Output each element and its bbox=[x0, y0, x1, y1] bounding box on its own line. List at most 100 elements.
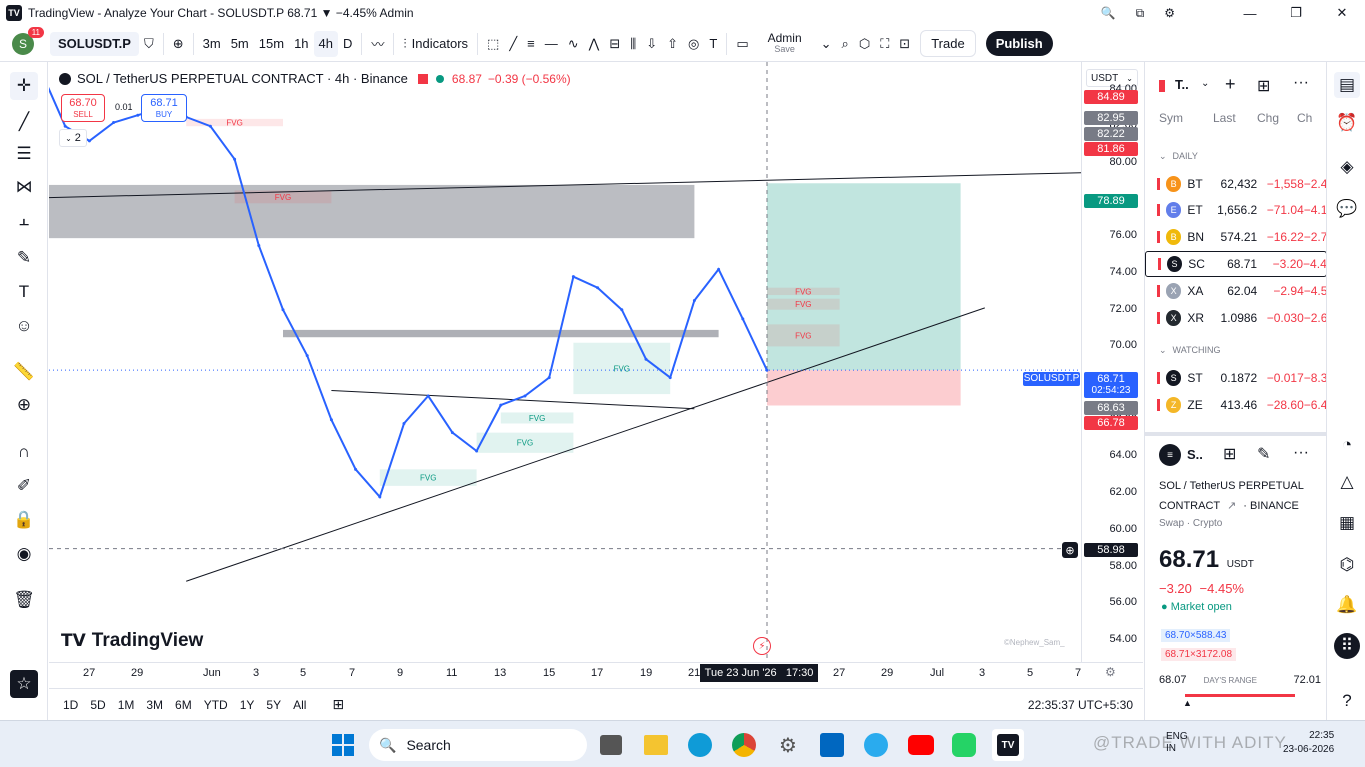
price-chart-svg[interactable]: FVG FVG FVG FVG FVG FVG FVG FVG FVG bbox=[49, 62, 1081, 662]
whatsapp-icon[interactable] bbox=[952, 733, 976, 757]
trash-icon[interactable]: 🗑 bbox=[10, 586, 38, 614]
more-options-icon[interactable]: ··· bbox=[1293, 444, 1309, 462]
interval-dropdown[interactable]: D bbox=[338, 26, 357, 62]
edit-note-icon[interactable]: ✎ bbox=[1257, 444, 1270, 464]
calendar-icon[interactable]: ▦ bbox=[1334, 510, 1360, 536]
favorite-icon[interactable]: ⛉ bbox=[139, 26, 159, 62]
magnet-icon[interactable]: ∩ bbox=[10, 438, 38, 466]
more-options-icon[interactable]: ··· bbox=[1293, 74, 1309, 92]
external-link-icon[interactable]: ↗ bbox=[1227, 500, 1236, 512]
brush-icon[interactable]: ✎ bbox=[10, 244, 38, 272]
range-button-all[interactable]: All bbox=[287, 698, 312, 712]
screener-icon[interactable]: ◔ bbox=[1334, 432, 1360, 458]
prediction-tool-icon[interactable]: ⫠ bbox=[10, 206, 38, 234]
pine-editor-icon[interactable]: ⌬ bbox=[1334, 552, 1360, 578]
trendline-tool-icon[interactable]: ╱ bbox=[504, 26, 522, 62]
pattern-tool-icon[interactable]: ⋈ bbox=[10, 173, 38, 201]
watchlist-row[interactable]: X XR 1.0986 −0.030 −2.6 bbox=[1145, 305, 1327, 331]
zoom-icon[interactable]: 🔍 bbox=[1101, 6, 1116, 20]
col-change[interactable]: Chg bbox=[1257, 111, 1279, 125]
edge-browser-icon[interactable] bbox=[688, 733, 712, 757]
add-symbol-icon[interactable]: + bbox=[1225, 74, 1236, 95]
horizontal-line-tool-icon[interactable]: — bbox=[540, 26, 563, 62]
interval-5m[interactable]: 5m bbox=[226, 26, 254, 62]
date-range-picker-icon[interactable]: ⊞ bbox=[332, 696, 344, 713]
arrow-up-tool-icon[interactable]: ⇧ bbox=[662, 26, 683, 62]
telegram-icon[interactable] bbox=[864, 733, 888, 757]
details-exchange[interactable]: · BINANCE bbox=[1243, 500, 1299, 512]
section-daily[interactable]: ⌄ DAILY bbox=[1159, 151, 1198, 162]
task-view-icon[interactable] bbox=[600, 735, 622, 755]
minimize-button[interactable]: — bbox=[1227, 0, 1273, 26]
watchlist-row[interactable]: B BN 574.21 −16.22 −2.7 bbox=[1145, 224, 1327, 250]
tradingview-taskbar-icon[interactable]: TV bbox=[992, 729, 1024, 761]
zoom-in-icon[interactable]: ⊕ bbox=[10, 391, 38, 419]
language-indicator[interactable]: ENG IN bbox=[1166, 731, 1188, 755]
watchlist-row[interactable]: E ET 1,656.2 −71.04 −4.1 bbox=[1145, 197, 1327, 223]
trade-button[interactable]: Trade bbox=[920, 30, 976, 57]
eye-icon[interactable]: ◉ bbox=[10, 540, 38, 568]
interval-4h-selected[interactable]: 4h bbox=[313, 30, 338, 57]
alert-icon[interactable]: ⬡ bbox=[854, 26, 875, 62]
youtube-icon[interactable] bbox=[908, 735, 934, 755]
watchlist-icon[interactable]: ▤ bbox=[1334, 72, 1360, 98]
object-tree-icon[interactable]: ◈ bbox=[1334, 154, 1360, 180]
watchlist-row[interactable]: S ST 0.1872 −0.017 −8.3 bbox=[1145, 365, 1327, 391]
watchlist-row[interactable]: B BT 62,432 −1,558 −2.4 bbox=[1145, 171, 1327, 197]
notifications-bell-icon[interactable]: 🔔 bbox=[1334, 592, 1360, 618]
chat-icon[interactable]: 💬 bbox=[1334, 196, 1360, 222]
col-last[interactable]: Last bbox=[1213, 111, 1236, 125]
range-button-5y[interactable]: 5Y bbox=[260, 698, 287, 712]
settings-gear-icon[interactable]: ⚙ bbox=[1164, 6, 1175, 20]
time-axis[interactable]: 2729Jun3579111315171921252729Jul357 Tue … bbox=[49, 662, 1143, 684]
text-tool-icon[interactable]: T bbox=[704, 26, 722, 62]
price-axis[interactable]: USDT ⌄ 84.0082.0080.0078.0076.0074.0072.… bbox=[1081, 62, 1143, 662]
interval-3m[interactable]: 3m bbox=[198, 26, 226, 62]
time-axis-settings-icon[interactable]: ⚙ bbox=[1105, 665, 1116, 679]
stay-in-drawing-icon[interactable]: ✐ bbox=[10, 472, 38, 500]
chrome-browser-icon[interactable] bbox=[732, 733, 756, 757]
file-explorer-icon[interactable] bbox=[644, 735, 668, 755]
range-button-3m[interactable]: 3M bbox=[140, 698, 169, 712]
fullscreen-icon[interactable]: ⛶ bbox=[875, 26, 894, 62]
advanced-view-icon[interactable]: ⊞ bbox=[1257, 76, 1270, 96]
maximize-button[interactable]: ❐ bbox=[1273, 0, 1319, 26]
quick-search-icon[interactable]: ⌕ bbox=[837, 26, 854, 62]
apps-grid-icon[interactable]: ⠿ bbox=[1334, 633, 1360, 659]
fib-retracement-icon[interactable]: ☰ bbox=[10, 140, 38, 168]
chart-pane[interactable]: FVG FVG FVG FVG FVG FVG FVG FVG FVG SOL / Tether… bbox=[49, 62, 1081, 662]
chevron-down-icon[interactable]: ⌄ bbox=[1201, 78, 1209, 89]
chevron-down-icon[interactable]: ⌄ bbox=[816, 26, 837, 62]
interval-15m[interactable]: 15m bbox=[254, 26, 289, 62]
taskbar-search[interactable]: 🔍 Search bbox=[369, 729, 587, 761]
range-button-1y[interactable]: 1Y bbox=[234, 698, 261, 712]
range-button-ytd[interactable]: YTD bbox=[198, 698, 234, 712]
favorites-star-icon[interactable]: ☆ bbox=[10, 670, 38, 698]
help-icon[interactable]: ? bbox=[1334, 688, 1360, 714]
sell-button[interactable]: 68.70 SELL bbox=[61, 94, 105, 122]
watchlist-row[interactable]: X XA 62.04 −2.94 −4.5 bbox=[1145, 278, 1327, 304]
symbol-search-button[interactable]: SOLUSDT.P bbox=[50, 31, 139, 56]
event-lightning-icon[interactable]: ⚡ bbox=[753, 637, 771, 655]
ideas-icon[interactable]: △ bbox=[1334, 469, 1360, 495]
range-button-5d[interactable]: 5D bbox=[84, 698, 111, 712]
range-button-1m[interactable]: 1M bbox=[112, 698, 141, 712]
brush-tool-icon[interactable]: ∿ bbox=[563, 26, 584, 62]
col-symbol[interactable]: Sym bbox=[1159, 111, 1183, 125]
chart-type-line-icon[interactable]: 〰 bbox=[366, 26, 389, 62]
snapshot-camera-icon[interactable]: ⊡ bbox=[894, 26, 915, 62]
system-clock[interactable]: 22:35 23-06-2026 bbox=[1283, 729, 1334, 757]
date-range-tool-icon[interactable]: ⊟ bbox=[604, 26, 625, 62]
indicators-collapse-toggle[interactable]: ⌄ 2 bbox=[59, 129, 87, 147]
extensions-icon[interactable]: ⧉ bbox=[1136, 6, 1145, 21]
rectangle-tool-icon[interactable]: ⬚ bbox=[482, 26, 504, 62]
line-tool-icon[interactable]: ╱ bbox=[10, 108, 38, 136]
arrow-down-tool-icon[interactable]: ⇩ bbox=[641, 26, 662, 62]
ruler-icon[interactable]: 📏 bbox=[10, 358, 38, 386]
layout-icon[interactable]: ▭ bbox=[731, 26, 753, 62]
range-button-6m[interactable]: 6M bbox=[169, 698, 198, 712]
watchlist-row[interactable]: Z ZE 413.46 −28.60 −6.4 bbox=[1145, 392, 1327, 418]
panel-divider[interactable] bbox=[1145, 432, 1327, 436]
target-tool-icon[interactable]: ◎ bbox=[683, 26, 704, 62]
fib-tool-icon[interactable]: ≡ bbox=[522, 26, 540, 62]
